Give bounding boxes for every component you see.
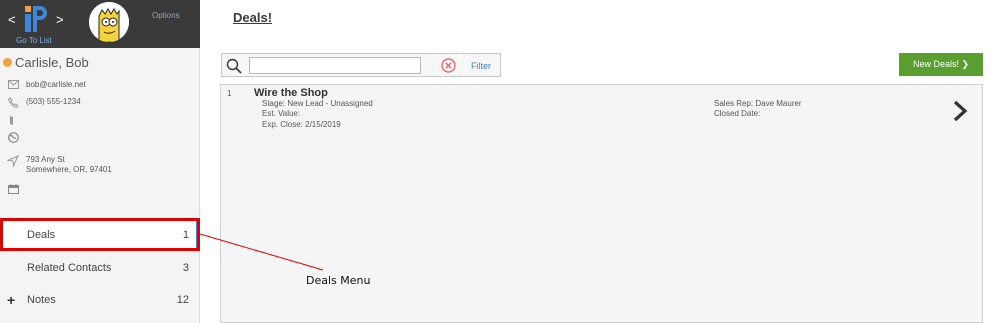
deal-sales-rep: Sales Rep: Dave Maurer <box>714 99 802 108</box>
address-line1: 793 Any St <box>26 155 65 164</box>
contact-name: Carlisle, Bob <box>15 54 89 70</box>
deal-number: 1 <box>227 89 232 98</box>
calendar-icon <box>6 184 20 196</box>
deal-closed-date: Closed Date: <box>714 109 761 118</box>
sidebar-item-label: Related Contacts <box>27 262 112 274</box>
sidebar: < > Go To List Options Carlisle, Bob bob… <box>0 0 200 323</box>
plus-icon[interactable]: + <box>7 292 15 308</box>
search-bar: Filter <box>221 53 501 77</box>
sidebar-item-related-contacts[interactable]: Related Contacts 3 <box>0 253 200 283</box>
chevron-right-icon[interactable] <box>952 100 968 122</box>
sidebar-item-notes[interactable]: + Notes 12 <box>0 285 200 315</box>
new-deal-button[interactable]: New Deals! ❯ <box>899 53 983 76</box>
sidebar-item-count: 12 <box>176 294 189 306</box>
contact-address[interactable]: 793 Any St Somewhere, OR, 97401 <box>26 155 112 175</box>
annotation-label: Deals Menu <box>306 274 371 287</box>
address-line2: Somewhere, OR, 97401 <box>26 165 112 174</box>
contact-name-row: Carlisle, Bob <box>0 54 89 70</box>
page-title: Deals! <box>233 10 273 25</box>
avatar-image <box>89 2 129 42</box>
deal-exp-close: Exp. Close: 2/15/2019 <box>262 120 341 129</box>
location-arrow-icon <box>6 155 20 168</box>
phone-icon <box>6 97 20 109</box>
mobile-row <box>6 115 26 127</box>
deal-stage: Stage: New Lead - Unassigned <box>262 99 373 108</box>
forward-arrow-icon[interactable]: > <box>56 12 64 27</box>
contact-email[interactable]: bob@carlisle.net <box>26 80 86 90</box>
globe-icon <box>6 132 20 144</box>
phone-row[interactable]: (503) 555-1234 <box>6 97 81 109</box>
filter-link[interactable]: Filter <box>471 61 491 71</box>
sidebar-item-count: 3 <box>182 262 189 274</box>
list-item[interactable]: 1 Wire the Shop Stage: New Lead - Unassi… <box>220 84 983 142</box>
deal-est-value: Est. Value: <box>262 109 301 118</box>
website-row <box>6 132 26 144</box>
search-input[interactable] <box>249 57 421 74</box>
top-nav-bar: < > Go To List Options <box>0 0 200 48</box>
mobile-icon <box>6 115 20 127</box>
address-row[interactable]: 793 Any St Somewhere, OR, 97401 <box>6 155 112 175</box>
contact-phone[interactable]: (503) 555-1234 <box>26 97 81 107</box>
avatar[interactable] <box>89 2 129 42</box>
deal-title[interactable]: Wire the Shop <box>254 87 328 99</box>
go-to-list-link[interactable]: Go To List <box>16 36 52 45</box>
options-link[interactable]: Options <box>152 11 180 20</box>
app-logo-icon[interactable] <box>22 2 48 34</box>
back-arrow-icon[interactable]: < <box>8 12 16 27</box>
clear-icon[interactable] <box>441 58 456 73</box>
envelope-icon <box>6 80 20 92</box>
sidebar-item-label: Notes <box>27 294 56 306</box>
status-dot-icon <box>3 57 12 67</box>
email-row[interactable]: bob@carlisle.net <box>6 80 86 92</box>
search-icon[interactable] <box>226 58 242 74</box>
highlight-box <box>0 218 200 251</box>
calendar-row <box>6 184 26 196</box>
